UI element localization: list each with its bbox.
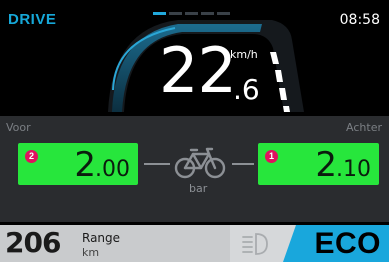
rear-sensor-badge: 1 — [265, 150, 278, 163]
front-pressure-value: 2.00 — [74, 145, 130, 185]
connector-line-left — [144, 163, 170, 165]
speed-integer: 22 — [159, 34, 237, 107]
front-tire-pressure[interactable]: 2 2.00 — [18, 143, 138, 185]
page-dot — [169, 12, 182, 15]
rear-tire-pressure[interactable]: 1 2.10 — [258, 143, 379, 185]
page-dot-active — [153, 12, 166, 15]
front-sensor-badge: 2 — [25, 150, 38, 163]
front-tire-label: Voor — [6, 121, 31, 134]
display-screen: DRIVE 08:58 22 km/h .6 Voor Achter 2 2.0… — [0, 0, 389, 262]
page-dot — [185, 12, 198, 15]
rear-pressure-value: 2.10 — [315, 145, 371, 185]
assist-level-button[interactable]: ECO — [314, 226, 381, 262]
speed-unit: km/h — [230, 48, 258, 61]
pressure-unit: bar — [189, 182, 208, 195]
rear-tire-label: Achter — [346, 121, 382, 134]
range-value: 206 — [5, 226, 61, 259]
clock: 08:58 — [339, 12, 380, 28]
page-indicator — [153, 12, 230, 15]
headlight-icon[interactable] — [240, 231, 270, 257]
ride-mode-label: DRIVE — [8, 11, 57, 28]
range-unit: km — [82, 246, 100, 259]
range-label: Range — [82, 231, 121, 245]
speed-decimal: .6 — [233, 73, 260, 106]
connector-line-right — [232, 163, 254, 165]
page-dot — [217, 12, 230, 15]
page-dot — [201, 12, 214, 15]
bicycle-icon — [174, 147, 226, 179]
speed-decimal-digit: 6 — [241, 73, 260, 106]
